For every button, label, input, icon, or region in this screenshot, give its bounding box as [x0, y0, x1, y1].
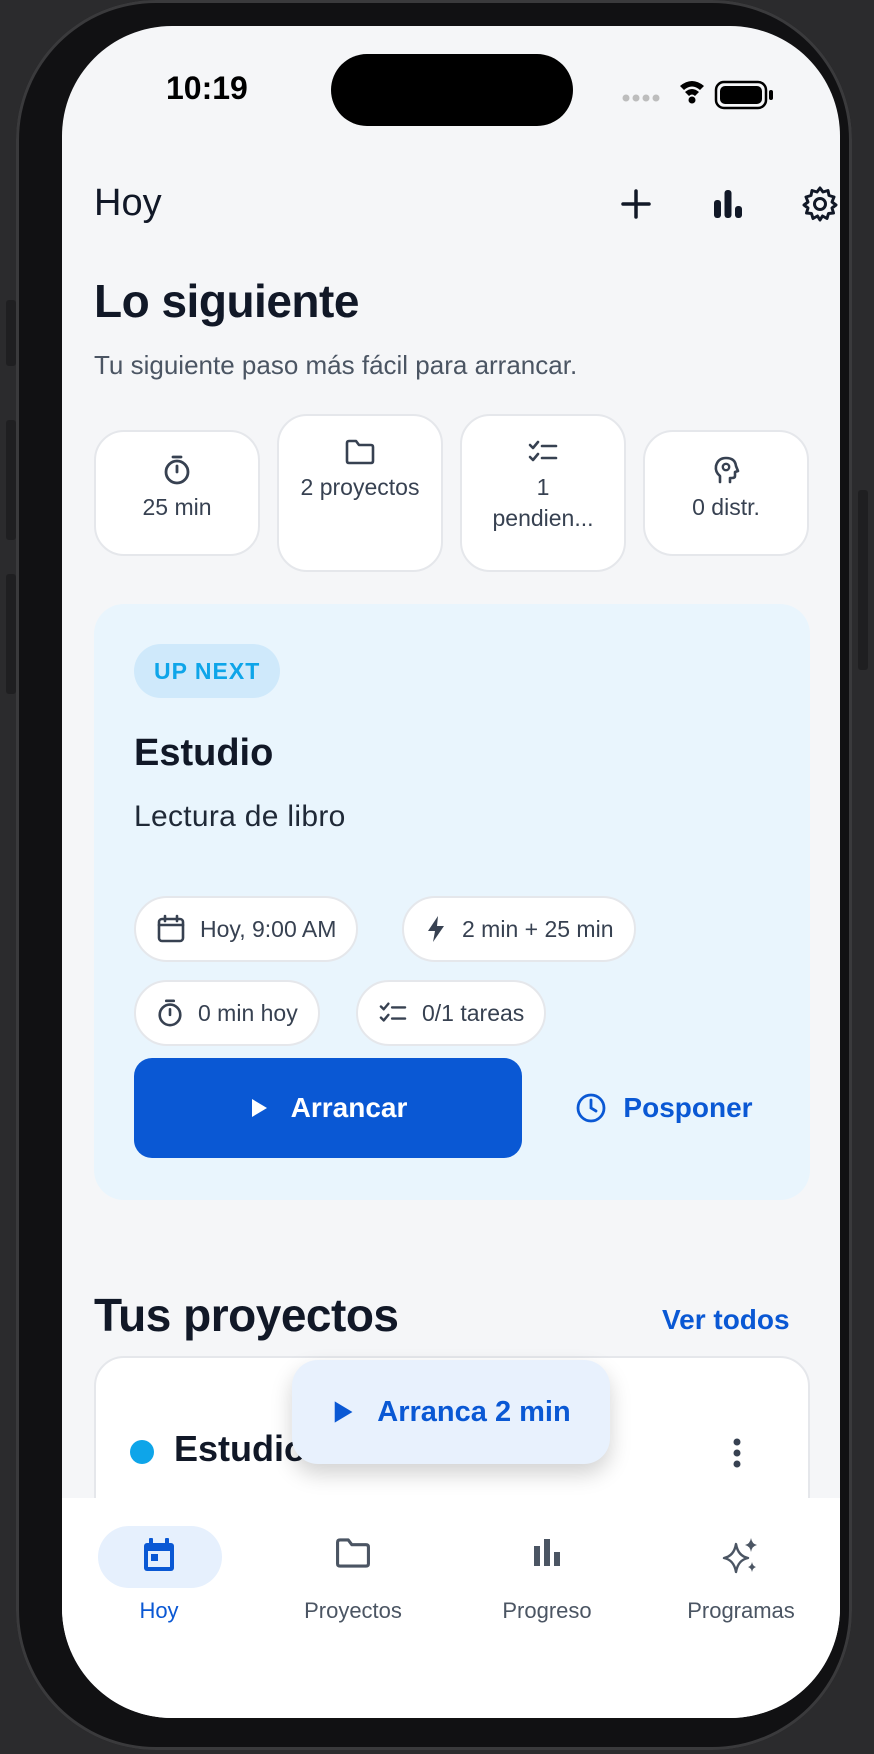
head-icon — [714, 456, 740, 484]
chip-label: 0 min hoy — [198, 999, 298, 1026]
up-next-badge: UP NEXT — [134, 644, 281, 698]
start-button-label: Arrancar — [290, 1092, 408, 1123]
start-button[interactable]: Arrancar — [134, 1058, 522, 1158]
see-all-link[interactable]: Ver todos — [662, 1304, 790, 1336]
top-app-bar: Hoy — [94, 176, 838, 236]
play-icon — [251, 1099, 267, 1117]
tab-proyectos[interactable]: Proyectos — [256, 1498, 450, 1638]
chip-tasks: 0/1 tareas — [356, 980, 547, 1046]
fab-label: Arranca 2 min — [377, 1395, 571, 1428]
volume-up-button — [6, 420, 16, 540]
signal-icon — [622, 94, 660, 102]
tab-progreso[interactable]: Progreso — [450, 1498, 644, 1638]
stat-label: 1 pendien... — [492, 474, 594, 531]
tab-hoy[interactable]: Hoy — [62, 1498, 256, 1638]
tab-label: Programas — [687, 1598, 795, 1623]
up-next-subtitle: Lectura de libro — [134, 800, 346, 833]
checklist-icon — [379, 1002, 407, 1022]
action-button — [6, 300, 16, 366]
tab-programas[interactable]: Programas — [644, 1498, 838, 1638]
settings-button[interactable] — [792, 176, 840, 232]
clock-icon — [577, 1093, 606, 1123]
lightning-icon — [428, 916, 444, 942]
calendar-icon — [157, 914, 185, 943]
quick-start-fab[interactable]: Arranca 2 min — [292, 1360, 610, 1464]
status-icons — [618, 74, 783, 114]
gear-icon — [802, 186, 838, 222]
up-next-title: Estudio — [134, 732, 274, 774]
play-icon — [335, 1401, 353, 1423]
timer-icon — [158, 999, 182, 1027]
stat-label: 0 distr. — [692, 494, 760, 520]
tab-label: Proyectos — [304, 1598, 402, 1623]
header-title: Hoy — [94, 182, 162, 224]
add-button[interactable] — [608, 176, 664, 232]
bar-chart-icon — [534, 1539, 560, 1566]
tab-label: Progreso — [502, 1598, 592, 1623]
folder-icon — [336, 1538, 370, 1568]
project-menu-button[interactable] — [712, 1428, 762, 1478]
projects-title: Tus proyectos — [94, 1289, 399, 1341]
chip-label: Hoy, 9:00 AM — [200, 915, 337, 942]
stat-label: 25 min — [142, 494, 212, 520]
tab-label: Hoy — [139, 1598, 179, 1623]
up-next-card: UP NEXT Estudio Lectura de libro Hoy, 9:… — [94, 604, 810, 1200]
project-color-dot — [130, 1440, 154, 1464]
chip-label: 0/1 tareas — [422, 999, 525, 1026]
stat-distractions[interactable]: 0 distr. — [643, 430, 809, 556]
project-name: Estudio — [174, 1428, 306, 1469]
chip-today-time: 0 min hoy — [134, 980, 320, 1046]
calendar-icon — [144, 1538, 174, 1571]
stat-focus-time[interactable]: 25 min — [94, 430, 260, 556]
status-time: 10:19 — [166, 70, 248, 106]
bar-chart-icon — [714, 190, 742, 218]
section-subtitle: Tu siguiente paso más fácil para arranca… — [94, 350, 578, 380]
bottom-nav: Hoy Proyectos Progreso Programas — [62, 1498, 840, 1718]
plus-icon — [621, 189, 651, 219]
section-title: Lo siguiente — [94, 275, 359, 327]
phone-frame: 10:19 Hoy Lo siguiente Tu siguiente paso… — [16, 0, 852, 1750]
stats-button[interactable] — [700, 176, 756, 232]
chip-duration: 2 min + 25 min — [402, 896, 636, 962]
volume-down-button — [6, 574, 16, 694]
stat-projects[interactable]: 2 proyectos — [277, 414, 443, 572]
wifi-icon — [680, 81, 704, 104]
stat-label: 2 proyectos — [300, 474, 420, 500]
more-vertical-icon — [733, 1438, 741, 1468]
sparkles-icon — [722, 1538, 757, 1574]
snooze-button-label: Posponer — [623, 1092, 753, 1123]
chip-date: Hoy, 9:00 AM — [134, 896, 359, 962]
dynamic-island — [331, 54, 573, 126]
stat-pending[interactable]: 1 pendien... — [460, 414, 626, 572]
screen: 10:19 Hoy Lo siguiente Tu siguiente paso… — [62, 26, 840, 1718]
snooze-button[interactable]: Posponer — [564, 1058, 764, 1158]
folder-icon — [345, 439, 375, 465]
battery-icon — [714, 80, 773, 110]
chip-label: 2 min + 25 min — [462, 915, 614, 942]
checklist-icon — [528, 440, 558, 462]
power-button — [858, 490, 868, 670]
timer-icon — [164, 455, 190, 485]
